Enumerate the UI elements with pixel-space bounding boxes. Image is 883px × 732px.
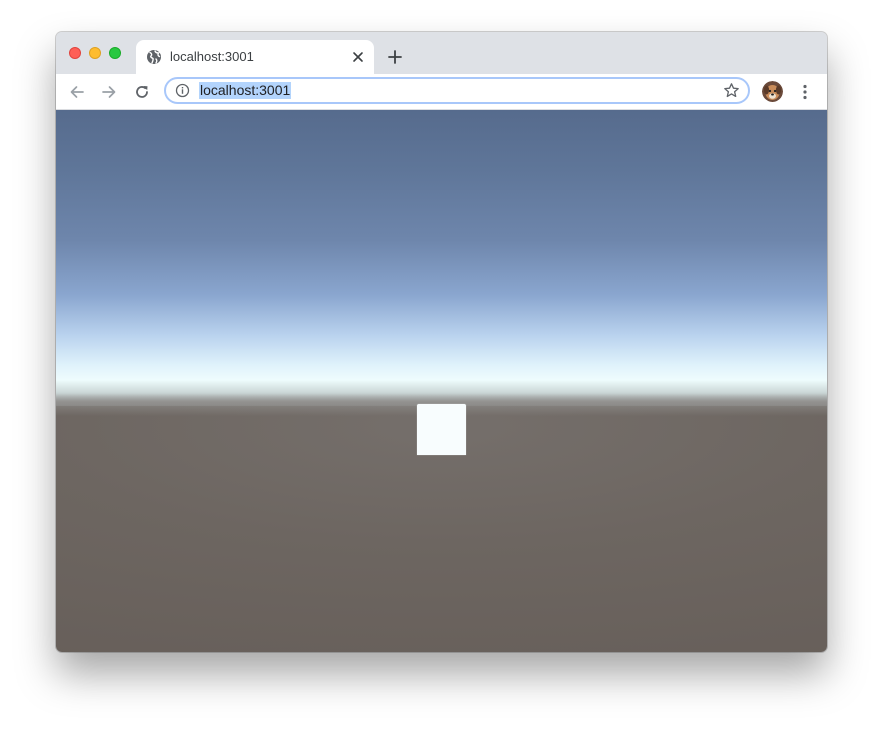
window-close-button[interactable] — [69, 47, 81, 59]
kebab-icon[interactable] — [797, 83, 813, 101]
reload-icon[interactable] — [133, 83, 151, 101]
plus-icon[interactable] — [386, 48, 404, 66]
info-icon[interactable] — [175, 83, 190, 98]
star-icon[interactable] — [723, 82, 740, 99]
address-bar[interactable]: localhost:3001 — [164, 77, 750, 104]
close-icon[interactable] — [350, 49, 366, 65]
toolbar: localhost:3001 — [56, 74, 827, 110]
globe-icon — [147, 50, 161, 64]
browser-window: localhost:3001 localhost:3001 — [56, 32, 827, 652]
tab-title: localhost:3001 — [170, 49, 254, 64]
avatar[interactable] — [762, 81, 783, 102]
profile-icon — [762, 81, 783, 102]
webgl-canvas[interactable] — [56, 110, 827, 652]
window-maximize-button[interactable] — [109, 47, 121, 59]
tab-strip: localhost:3001 — [56, 32, 827, 74]
skybox — [56, 110, 827, 410]
window-minimize-button[interactable] — [89, 47, 101, 59]
address-text[interactable]: localhost:3001 — [199, 82, 292, 99]
white-cube — [417, 404, 466, 455]
arrow-right-icon[interactable] — [100, 83, 118, 101]
arrow-left-icon[interactable] — [68, 83, 86, 101]
tab-active[interactable]: localhost:3001 — [136, 40, 374, 74]
